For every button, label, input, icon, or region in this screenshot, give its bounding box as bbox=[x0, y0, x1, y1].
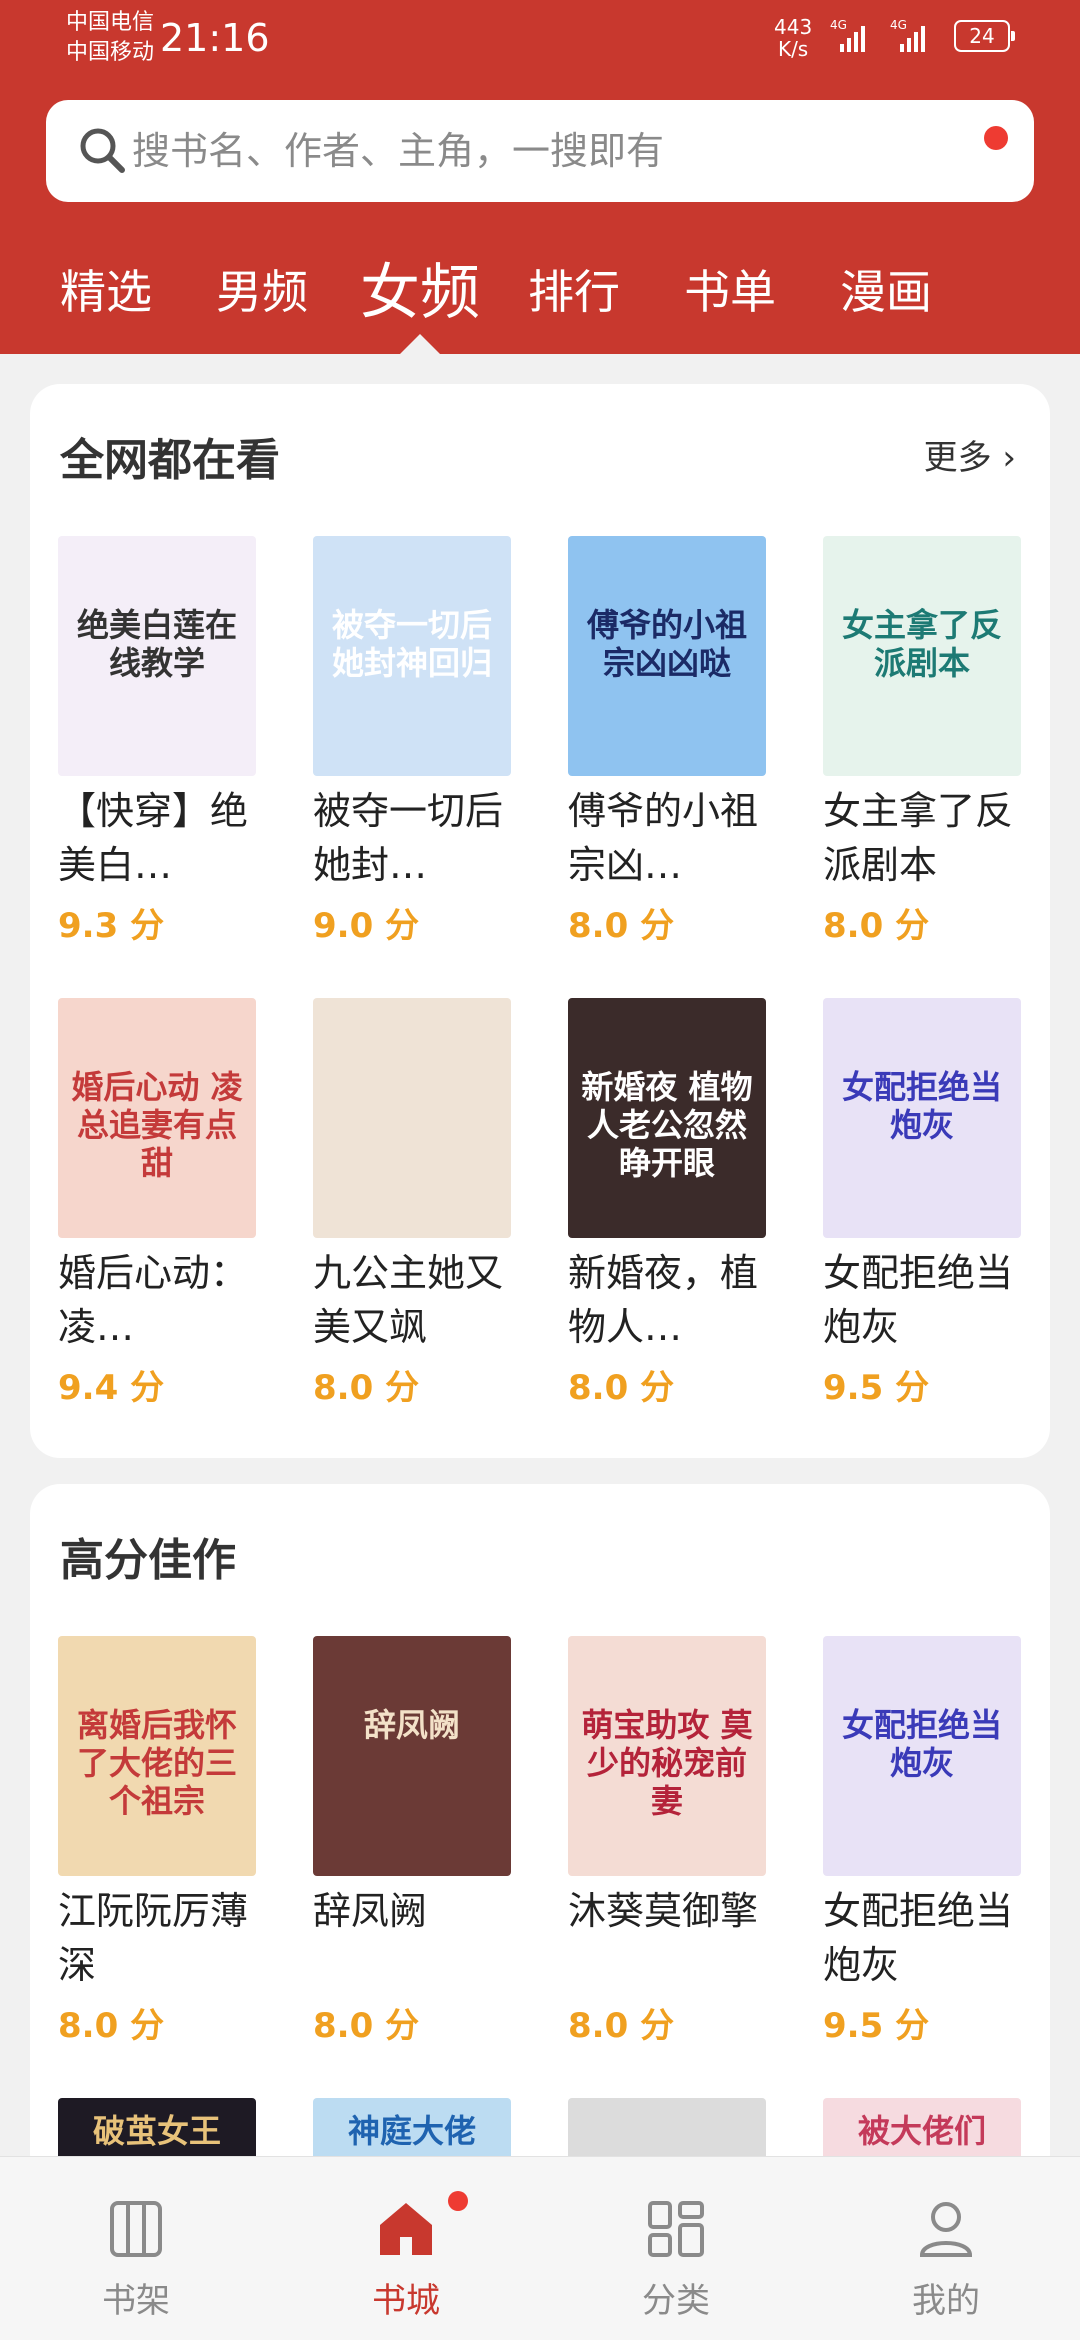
book-cover[interactable]: 辞凤阙 bbox=[313, 1636, 511, 1876]
book-score: 8.0 分 bbox=[568, 1368, 675, 1408]
nav-label: 分类 bbox=[642, 2281, 710, 2321]
tab-booklist[interactable]: 书单 bbox=[684, 256, 776, 322]
book-title: 傅爷的小祖宗凶… bbox=[568, 789, 759, 887]
signal-icon-2: 4G bbox=[890, 18, 930, 52]
store-house-icon bbox=[380, 2203, 432, 2255]
more-link[interactable]: 更多 › bbox=[924, 430, 1016, 479]
book-cover[interactable]: 傅爷的小祖宗凶凶哒 bbox=[568, 536, 766, 776]
bookshelf-icon bbox=[110, 2201, 162, 2257]
book-item[interactable]: 辞凤阙 辞凤阙 8.0 分 bbox=[313, 1636, 513, 2047]
tab-featured[interactable]: 精选 bbox=[60, 256, 152, 322]
clock: 21:16 bbox=[160, 16, 270, 60]
book-item[interactable]: 女配拒绝当炮灰 女配拒绝当炮灰 9.5 分 bbox=[823, 1636, 1023, 2047]
category-grid-icon bbox=[648, 2201, 704, 2257]
search-bar[interactable] bbox=[46, 100, 1034, 202]
section-popular: 全网都在看 更多 › 绝美白莲在线教学 【快穿】绝美白… 9.3 分 被夺一切后… bbox=[30, 384, 1050, 1458]
chevron-right-icon: › bbox=[1002, 438, 1016, 478]
status-bar: 中国电信 中国移动 21:16 443 K/s 4G 4G 24 bbox=[0, 0, 1080, 90]
search-input[interactable] bbox=[132, 126, 932, 176]
book-title: 沐葵莫御擎 bbox=[568, 1889, 759, 1933]
book-score: 8.0 分 bbox=[568, 906, 675, 946]
app-header: 中国电信 中国移动 21:16 443 K/s 4G 4G 24 精选 男频 女… bbox=[0, 0, 1080, 354]
nav-bookshelf[interactable]: 书架 bbox=[56, 2197, 216, 2322]
notification-dot bbox=[448, 2191, 468, 2211]
book-score: 9.3 分 bbox=[58, 906, 165, 946]
carrier-info: 中国电信 中国移动 bbox=[66, 8, 154, 68]
book-title: 【快穿】绝美白… bbox=[58, 789, 249, 887]
book-score: 8.0 分 bbox=[313, 2006, 420, 2046]
section-title: 高分佳作 bbox=[60, 1535, 236, 1586]
nav-label: 书架 bbox=[102, 2281, 170, 2321]
profile-icon bbox=[919, 2202, 973, 2257]
carrier-2: 中国移动 bbox=[66, 40, 155, 65]
book-cover[interactable]: 婚后心动 凌总追妻有点甜 bbox=[58, 998, 256, 1238]
book-item[interactable]: 新婚夜 植物人老公忽然睁开眼 新婚夜，植物人… 8.0 分 bbox=[568, 998, 768, 1409]
book-score: 8.0 分 bbox=[568, 2006, 675, 2046]
book-score: 8.0 分 bbox=[313, 1368, 420, 1408]
search-icon bbox=[80, 128, 125, 173]
book-score: 9.5 分 bbox=[823, 2006, 930, 2046]
book-item[interactable]: 萌宝助攻 莫少的秘宠前妻 沐葵莫御擎 8.0 分 bbox=[568, 1636, 768, 2047]
network-speed: 443 K/s bbox=[774, 15, 813, 61]
nav-label: 书城 bbox=[372, 2281, 440, 2321]
book-cover[interactable]: 被夺一切后她封神回归 bbox=[313, 536, 511, 776]
book-cover[interactable]: 新婚夜 植物人老公忽然睁开眼 bbox=[568, 998, 766, 1238]
book-score: 9.5 分 bbox=[823, 1368, 930, 1408]
book-title: 被夺一切后她封… bbox=[313, 789, 504, 887]
section-title: 全网都在看 bbox=[60, 435, 280, 486]
carrier-1: 中国电信 bbox=[66, 10, 155, 35]
book-item[interactable]: 女配拒绝当炮灰 女配拒绝当炮灰 9.5 分 bbox=[823, 998, 1023, 1409]
book-item[interactable]: 绝美白莲在线教学 【快穿】绝美白… 9.3 分 bbox=[58, 536, 258, 947]
book-cover[interactable] bbox=[313, 998, 511, 1238]
notification-dot bbox=[984, 126, 1008, 150]
book-score: 9.4 分 bbox=[58, 1368, 165, 1408]
book-score: 9.0 分 bbox=[313, 906, 420, 946]
book-item[interactable]: 女主拿了反派剧本 女主拿了反派剧本 8.0 分 bbox=[823, 536, 1023, 947]
nav-category[interactable]: 分类 bbox=[596, 2197, 756, 2322]
bottom-navigation: 书架 书城 分类 我的 bbox=[0, 2156, 1080, 2340]
active-tab-indicator bbox=[400, 334, 440, 354]
book-item[interactable]: 离婚后我怀了大佬的三个祖宗 江阮阮厉薄深 8.0 分 bbox=[58, 1636, 258, 2047]
book-title: 女配拒绝当炮灰 bbox=[823, 1251, 1014, 1349]
book-score: 8.0 分 bbox=[58, 2006, 165, 2046]
book-title: 婚后心动：凌… bbox=[58, 1251, 249, 1349]
book-item[interactable]: 九公主她又美又飒 8.0 分 bbox=[313, 998, 513, 1409]
nav-label: 我的 bbox=[912, 2281, 980, 2321]
battery-icon: 24 bbox=[954, 20, 1015, 52]
tab-male[interactable]: 男频 bbox=[216, 256, 308, 322]
book-cover[interactable]: 女配拒绝当炮灰 bbox=[823, 998, 1021, 1238]
book-title: 江阮阮厉薄深 bbox=[58, 1889, 249, 1987]
tab-comics[interactable]: 漫画 bbox=[840, 256, 932, 322]
book-title: 九公主她又美又飒 bbox=[313, 1251, 504, 1349]
book-cover[interactable]: 绝美白莲在线教学 bbox=[58, 536, 256, 776]
tab-female[interactable]: 女频 bbox=[360, 244, 480, 331]
book-item[interactable]: 婚后心动 凌总追妻有点甜 婚后心动：凌… 9.4 分 bbox=[58, 998, 258, 1409]
category-tabs: 精选 男频 女频 排行 书单 漫画 bbox=[0, 244, 1080, 334]
book-cover[interactable]: 女主拿了反派剧本 bbox=[823, 536, 1021, 776]
book-title: 女主拿了反派剧本 bbox=[823, 789, 1014, 887]
book-title: 辞凤阙 bbox=[313, 1889, 428, 1933]
book-title: 新婚夜，植物人… bbox=[568, 1251, 759, 1349]
book-score: 8.0 分 bbox=[823, 906, 930, 946]
book-item[interactable]: 傅爷的小祖宗凶凶哒 傅爷的小祖宗凶… 8.0 分 bbox=[568, 536, 768, 947]
book-title: 女配拒绝当炮灰 bbox=[823, 1889, 1014, 1987]
nav-profile[interactable]: 我的 bbox=[866, 2197, 1026, 2322]
section-high-score: 高分佳作 离婚后我怀了大佬的三个祖宗 江阮阮厉薄深 8.0 分 辞凤阙 辞凤阙 … bbox=[30, 1484, 1050, 2338]
nav-bookstore[interactable]: 书城 bbox=[326, 2191, 486, 2322]
tab-ranking[interactable]: 排行 bbox=[528, 256, 620, 322]
book-item[interactable]: 被夺一切后她封神回归 被夺一切后她封… 9.0 分 bbox=[313, 536, 513, 947]
signal-icon: 4G bbox=[830, 18, 870, 52]
book-cover[interactable]: 萌宝助攻 莫少的秘宠前妻 bbox=[568, 1636, 766, 1876]
book-cover[interactable]: 女配拒绝当炮灰 bbox=[823, 1636, 1021, 1876]
book-cover[interactable]: 离婚后我怀了大佬的三个祖宗 bbox=[58, 1636, 256, 1876]
